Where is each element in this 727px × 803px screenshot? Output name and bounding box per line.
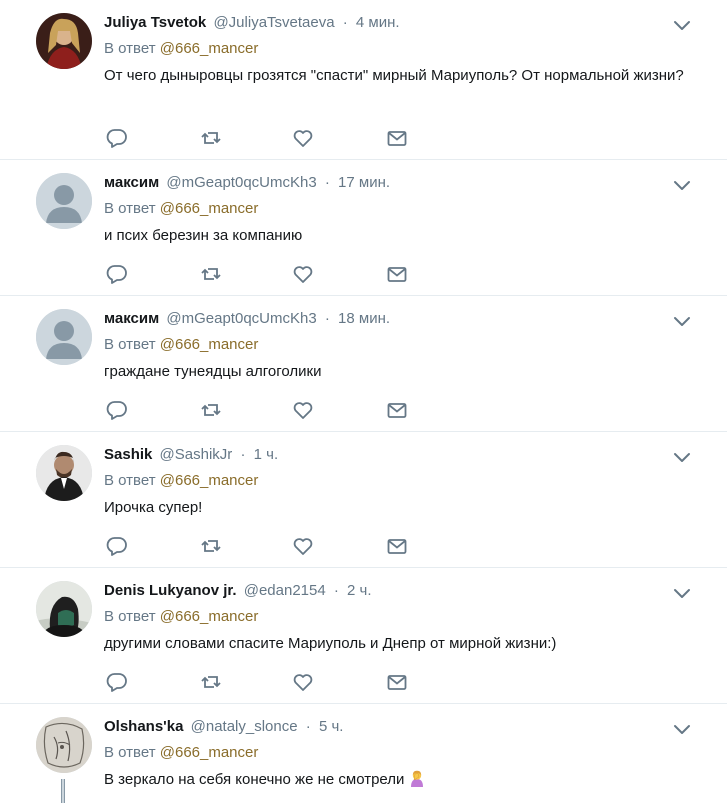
tweet-timestamp[interactable]: 5 ч. [319,718,344,735]
reply-prefix: В ответ [104,336,156,353]
author-handle[interactable]: @mGeapt0qcUmcKh3 [166,174,316,191]
tweet-actions [104,263,414,285]
facepalm-emoji-icon [411,770,424,787]
reply-prefix: В ответ [104,40,156,57]
reply-prefix: В ответ [104,744,156,761]
like-icon[interactable] [292,399,314,421]
tweet-text: другими словами спасите Мариуполь и Днеп… [104,635,557,652]
avatar[interactable] [36,309,92,365]
like-icon[interactable] [292,671,314,693]
avatar[interactable] [36,13,92,69]
tweet-timestamp[interactable]: 1 ч. [254,446,279,463]
reply-prefix: В ответ [104,608,156,625]
reply-handle-link[interactable]: @666_mancer [160,472,259,489]
reply-context: В ответ @666_mancer [104,39,691,59]
author-name[interactable]: максим [104,310,159,327]
tweet[interactable]: Sashik @SashikJr · 1 ч. В ответ @666_man… [0,432,727,568]
tweet[interactable]: Denis Lukyanov jr. @edan2154 · 2 ч. В от… [0,568,727,704]
author-name[interactable]: Denis Lukyanov jr. [104,582,237,599]
retweet-icon[interactable] [200,263,222,285]
author-handle[interactable]: @nataly_slonce [191,718,298,735]
message-icon[interactable] [386,263,408,285]
reply-context: В ответ @666_mancer [104,471,691,491]
tweet[interactable]: максим @mGeapt0qcUmcKh3 · 18 мин. В отве… [0,296,727,432]
tweet-text: От чего дыныровцы грозятся "спасти" мирн… [104,67,684,84]
tweet[interactable]: Juliya Tsvetok @JuliyaTsvetaeva · 4 мин.… [0,0,727,160]
author-handle[interactable]: @edan2154 [244,582,326,599]
author-name[interactable]: Sashik [104,446,152,463]
avatar[interactable] [36,717,92,773]
caret-down-icon[interactable] [673,178,691,190]
tweet-feed: Juliya Tsvetok @JuliyaTsvetaeva · 4 мин.… [0,0,727,803]
tweet-text: граждане тунеядцы алгоголики [104,363,322,380]
like-icon[interactable] [292,263,314,285]
author-handle[interactable]: @JuliyaTsvetaeva [213,14,334,31]
retweet-icon[interactable] [200,127,222,149]
reply-prefix: В ответ [104,200,156,217]
caret-down-icon[interactable] [673,450,691,462]
reply-icon[interactable] [106,127,128,149]
avatar[interactable] [36,581,92,637]
avatar[interactable] [36,445,92,501]
tweet[interactable]: Olshans'ka @nataly_slonce · 5 ч. В ответ… [0,704,727,803]
caret-down-icon[interactable] [673,314,691,326]
tweet-timestamp[interactable]: 18 мин. [338,310,390,327]
author-name[interactable]: максим [104,174,159,191]
message-icon[interactable] [386,127,408,149]
author-handle[interactable]: @mGeapt0qcUmcKh3 [166,310,316,327]
reply-prefix: В ответ [104,472,156,489]
reply-context: В ответ @666_mancer [104,199,691,219]
tweet-text: и псих березин за компанию [104,227,303,244]
default-avatar-icon [36,173,92,229]
reply-handle-link[interactable]: @666_mancer [160,336,259,353]
reply-icon[interactable] [106,671,128,693]
reply-context: В ответ @666_mancer [104,743,691,763]
tweet-text: В зеркало на себя конечно же не смотрели [104,771,405,788]
retweet-icon[interactable] [200,671,222,693]
like-icon[interactable] [292,127,314,149]
tweet-timestamp[interactable]: 2 ч. [347,582,372,599]
avatar-image [36,717,92,773]
tweet-text: Ирочка супер! [104,499,203,516]
retweet-icon[interactable] [200,399,222,421]
reply-handle-link[interactable]: @666_mancer [160,608,259,625]
default-avatar-icon [36,309,92,365]
avatar-image [36,445,92,501]
reply-handle-link[interactable]: @666_mancer [160,744,259,761]
author-handle[interactable]: @SashikJr [160,446,233,463]
reply-handle-link[interactable]: @666_mancer [160,200,259,217]
thread-line [61,779,65,803]
caret-down-icon[interactable] [673,586,691,598]
tweet-actions [104,535,414,557]
author-name[interactable]: Olshans'ka [104,718,183,735]
avatar[interactable] [36,173,92,229]
avatar-image [36,13,92,69]
like-icon[interactable] [292,535,314,557]
avatar-image [36,581,92,637]
retweet-icon[interactable] [200,535,222,557]
tweet-timestamp[interactable]: 17 мин. [338,174,390,191]
reply-handle-link[interactable]: @666_mancer [160,40,259,57]
caret-down-icon[interactable] [673,18,691,30]
tweet-timestamp[interactable]: 4 мин. [356,14,400,31]
reply-context: В ответ @666_mancer [104,607,691,627]
reply-icon[interactable] [106,535,128,557]
tweet-text-row: В зеркало на себя конечно же не смотрели [104,768,691,791]
reply-icon[interactable] [106,399,128,421]
tweet[interactable]: максим @mGeapt0qcUmcKh3 · 17 мин. В отве… [0,160,727,296]
reply-icon[interactable] [106,263,128,285]
message-icon[interactable] [386,535,408,557]
author-name[interactable]: Juliya Tsvetok [104,14,206,31]
reply-context: В ответ @666_mancer [104,335,691,355]
tweet-actions [104,127,414,149]
tweet-actions [104,671,414,693]
caret-down-icon[interactable] [673,722,691,734]
message-icon[interactable] [386,671,408,693]
message-icon[interactable] [386,399,408,421]
tweet-actions [104,399,414,421]
